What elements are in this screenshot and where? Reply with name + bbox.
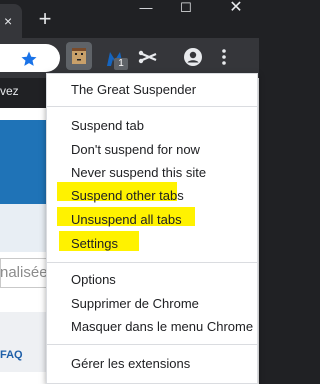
menu-separator [47,106,257,107]
menu-item-unsuspend-all-tabs[interactable]: Unsuspend all tabs [47,210,257,230]
browser-toolbar [0,38,259,78]
menu-item-label: Options [71,272,116,287]
maximize-icon[interactable]: ☐ [164,0,208,18]
extension-badge: 1 [114,58,128,70]
menu-item-label: Suspend tab [71,118,145,133]
great-suspender-extension-icon[interactable] [66,42,92,70]
menu-item-settings[interactable]: Settings [47,234,257,254]
menu-item-dont-suspend[interactable]: Don't suspend for now [47,140,257,160]
menu-item-remove-from-chrome[interactable]: Supprimer de Chrome [47,294,257,314]
menu-item-hide-in-menu[interactable]: Masquer dans le menu Chrome [47,317,257,337]
menu-separator [47,262,257,263]
menu-item-label: The Great Suspender [71,82,197,97]
menu-item-options[interactable]: Options [47,270,257,290]
profile-avatar-icon[interactable] [183,47,203,67]
address-bar[interactable] [0,44,60,72]
menu-item-manage-extensions[interactable]: Gérer les extensions [47,354,257,374]
menu-item-label: Supprimer de Chrome [71,296,199,311]
tab-close-icon[interactable]: × [4,14,12,28]
menu-item-label: Gérer les extensions [71,356,191,371]
bookmark-star-icon[interactable] [20,50,38,68]
menu-item-label: Masquer dans le menu Chrome [71,319,254,334]
active-tab[interactable]: × [0,4,22,38]
menu-item-suspend-other-tabs[interactable]: Suspend other tabs [47,186,257,206]
extension-context-menu: The Great Suspender Suspend tab Don't su… [46,73,258,384]
menu-item-label: Settings [71,236,118,251]
menu-item-label: Never suspend this site [71,165,207,180]
bookmark-text[interactable]: vez [0,84,19,98]
menu-item-label: Unsuspend all tabs [71,212,182,227]
menu-item-extension-name[interactable]: The Great Suspender [47,80,257,100]
menu-item-suspend-tab[interactable]: Suspend tab [47,116,257,136]
faq-link[interactable]: FAQ [0,349,23,361]
page-search-placeholder: nalisée [0,264,48,281]
menu-item-label: Suspend other tabs [71,188,184,203]
close-window-icon[interactable]: ✕ [214,0,258,18]
menu-item-label: Don't suspend for now [71,142,200,157]
menu-item-never-suspend-site[interactable]: Never suspend this site [47,163,257,183]
new-tab-icon[interactable]: + [36,8,54,30]
minimize-icon[interactable]: — [124,0,168,18]
menu-separator [47,344,257,345]
more-options-icon[interactable] [220,47,228,67]
scissors-extension-icon[interactable] [138,48,158,66]
